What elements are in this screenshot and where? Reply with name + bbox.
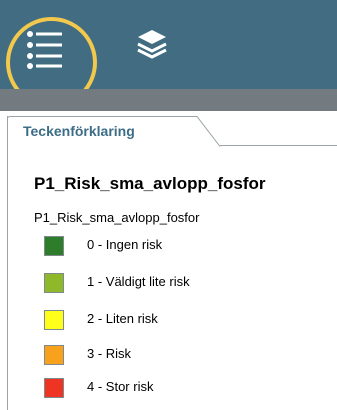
tab-legend-label: Teckenförklaring (23, 123, 135, 139)
legend-swatch (44, 273, 64, 293)
legend-panel (7, 116, 337, 410)
legend-item-label: 2 - Liten risk (87, 311, 158, 326)
legend-item-label: 4 - Stor risk (87, 379, 154, 394)
legend-title: P1_Risk_sma_avlopp_fosfor (34, 174, 266, 193)
legend-item-label: 0 - Ingen risk (87, 237, 163, 252)
layers-button[interactable] (134, 27, 170, 63)
legend-swatch (44, 236, 64, 256)
legend-swatch (44, 378, 64, 398)
legend-swatch (44, 345, 64, 365)
toolbar (0, 0, 337, 89)
toolbar-separator (0, 89, 337, 111)
divider (220, 145, 337, 146)
list-icon (27, 31, 62, 69)
layers-icon (137, 30, 167, 59)
legend-item-label: 1 - Väldigt lite risk (87, 274, 190, 289)
legend-swatch (44, 310, 64, 330)
legend-item-label: 3 - Risk (87, 346, 132, 361)
legend-button[interactable] (22, 18, 82, 78)
legend-layer-name: P1_Risk_sma_avlopp_fosfor (34, 210, 200, 225)
